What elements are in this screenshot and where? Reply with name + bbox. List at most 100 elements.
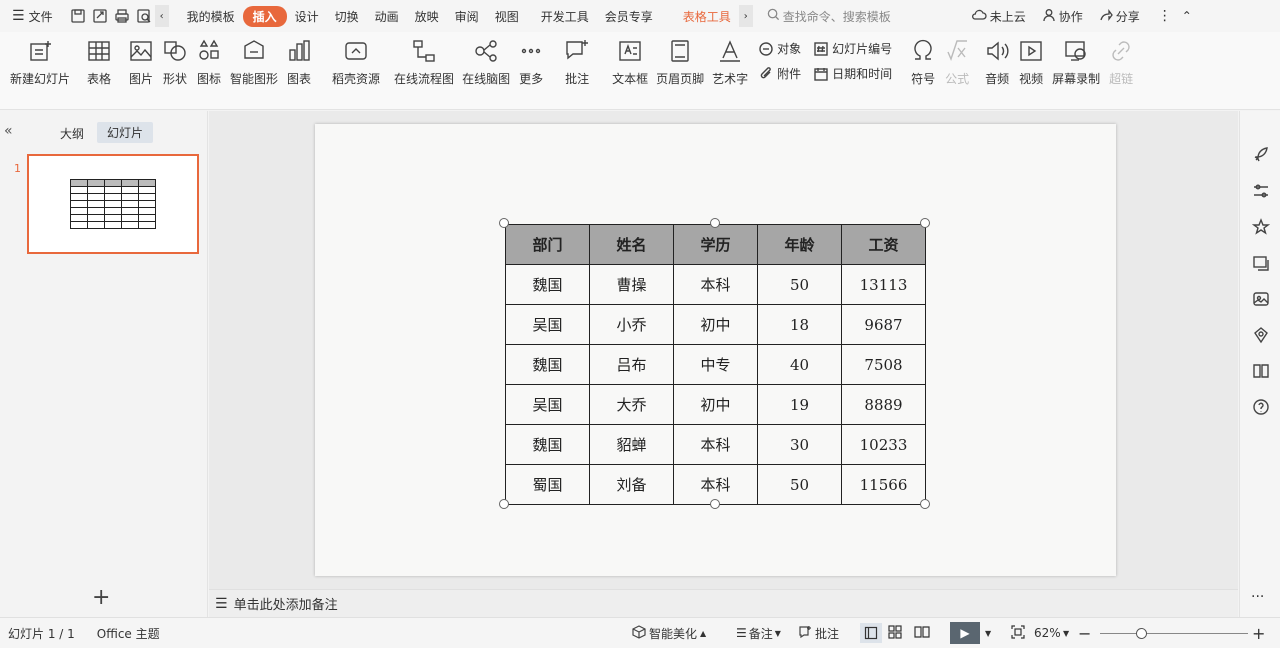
collapse-ribbon-icon[interactable]: ⌃ [1176,5,1198,27]
table-cell[interactable]: 魏国 [505,344,590,385]
audio-button[interactable]: 音频 [980,38,1014,87]
table-cell[interactable]: 吕布 [589,344,674,385]
more-vertical-icon[interactable]: ⋮ [1154,5,1176,27]
export-icon[interactable] [89,5,111,27]
data-table[interactable]: 部门 姓名 学历 年龄 工资 魏国 曹操 本科 50 13113 吴国 小乔 初… [505,224,926,505]
sidebar-book[interactable] [1240,353,1280,389]
zoom-in-icon[interactable]: + [1252,624,1265,643]
more-button[interactable]: 更多 [514,38,548,87]
table-cell[interactable]: 魏国 [505,264,590,305]
resize-handle-bottom[interactable] [710,499,720,509]
table-frame[interactable]: 部门 姓名 学历 年龄 工资 魏国 曹操 本科 50 13113 吴国 小乔 初… [499,218,930,509]
zoom-out-icon[interactable]: − [1078,624,1091,643]
shape-button[interactable]: 形状 [158,38,192,87]
tab-slides[interactable]: 幻灯片 [97,122,154,143]
collab-button[interactable]: 协作 [1034,8,1091,25]
resize-handle-bottom-left[interactable] [499,499,509,509]
collapse-panel-icon[interactable]: « [4,123,13,139]
smart-art-button[interactable]: 智能图形 [226,38,282,87]
table-cell[interactable]: 小乔 [589,304,674,345]
tab-animation[interactable]: 动画 [367,8,407,25]
table-cell[interactable]: 18 [757,304,842,345]
search-box[interactable]: 查找命令、搜索模板 [767,8,947,25]
add-slide-icon[interactable]: + [92,585,110,610]
table-cell[interactable]: 9687 [841,304,926,345]
table-cell[interactable]: 初中 [673,304,758,345]
formula-button[interactable]: 公式 [940,38,974,87]
table-cell[interactable]: 魏国 [505,424,590,465]
tab-my-templates[interactable]: 我的模板 [179,8,243,25]
table-cell[interactable]: 初中 [673,384,758,425]
sidebar-rocket[interactable] [1240,137,1280,173]
tab-slideshow[interactable]: 放映 [407,8,447,25]
smart-beautify-button[interactable]: 智能美化 ▲ [632,624,706,642]
file-menu[interactable]: ☰ 文件 [0,8,61,25]
cloud-status[interactable]: 未上云 [963,8,1034,25]
header-cell[interactable]: 工资 [841,224,926,265]
zoom-dropdown-icon[interactable]: ▼ [1063,629,1069,638]
table-button[interactable]: 表格 [82,38,116,87]
play-dropdown-icon[interactable]: ▼ [985,629,991,638]
grid-view-icon[interactable] [888,624,902,642]
reading-view-icon[interactable] [914,625,930,642]
table-cell[interactable]: 50 [757,464,842,505]
resize-handle-top-left[interactable] [499,218,509,228]
docer-resource-button[interactable]: 稻壳资源 [328,38,384,87]
zoom-slider[interactable] [1100,633,1248,634]
hyperlink-button[interactable]: 超链 [1104,38,1138,87]
header-footer-button[interactable]: 页眉页脚 [652,38,708,87]
tab-table-tools[interactable]: 表格工具 [675,8,739,25]
video-button[interactable]: 视频 [1014,38,1048,87]
icon-button[interactable]: 图标 [192,38,226,87]
fit-window-icon[interactable] [1011,624,1025,642]
object-button[interactable]: 对象 [758,40,801,57]
scroll-right-icon[interactable]: › [738,5,753,27]
table-cell[interactable]: 大乔 [589,384,674,425]
datetime-button[interactable]: 日期和时间 [813,65,892,82]
sidebar-star[interactable] [1240,209,1280,245]
print-icon[interactable] [111,5,133,27]
theme-name[interactable]: Office 主题 [97,625,160,642]
tab-outline[interactable]: 大纲 [60,125,84,142]
symbol-button[interactable]: 符号 [906,38,940,87]
preview-icon[interactable] [133,5,155,27]
scroll-left-icon[interactable]: ‹ [154,5,169,27]
table-cell[interactable]: 吴国 [505,304,590,345]
slide[interactable]: 部门 姓名 学历 年龄 工资 魏国 曹操 本科 50 13113 吴国 小乔 初… [315,124,1116,576]
tab-member[interactable]: 会员专享 [597,8,661,25]
table-cell[interactable]: 19 [757,384,842,425]
table-cell[interactable]: 中专 [673,344,758,385]
tab-transition[interactable]: 切换 [327,8,367,25]
tab-design[interactable]: 设计 [287,8,327,25]
sidebar-transition[interactable] [1240,245,1280,281]
picture-button[interactable]: 图片 [124,38,158,87]
tab-review[interactable]: 审阅 [447,8,487,25]
sidebar-help[interactable] [1240,389,1280,425]
resize-handle-top-right[interactable] [920,218,930,228]
table-cell[interactable]: 40 [757,344,842,385]
table-cell[interactable]: 50 [757,264,842,305]
header-cell[interactable]: 学历 [673,224,758,265]
table-cell[interactable]: 貂蝉 [589,424,674,465]
wordart-button[interactable]: 艺术字 [708,38,752,87]
comment-button[interactable]: 批注 [560,38,594,87]
notes-toggle-button[interactable]: ☰ 备注 ▼ [736,625,781,642]
table-cell[interactable]: 本科 [673,264,758,305]
resize-handle-top[interactable] [710,218,720,228]
tab-view[interactable]: 视图 [487,8,527,25]
notes-area[interactable]: ☰ 单击此处添加备注 [209,589,1238,617]
tab-developer[interactable]: 开发工具 [533,8,597,25]
chart-button[interactable]: 图表 [282,38,316,87]
tab-insert[interactable]: 插入 [242,5,287,27]
table-cell[interactable]: 曹操 [589,264,674,305]
sidebar-picture[interactable] [1240,281,1280,317]
table-cell[interactable]: 本科 [673,424,758,465]
sidebar-location[interactable] [1240,317,1280,353]
table-cell[interactable]: 吴国 [505,384,590,425]
slide-number-button[interactable]: 幻灯片编号 [813,40,892,57]
resize-handle-bottom-right[interactable] [920,499,930,509]
mindmap-button[interactable]: 在线脑图 [458,38,514,87]
normal-view-icon[interactable] [860,623,882,643]
screen-record-button[interactable]: 屏幕录制 [1048,38,1104,87]
textbox-button[interactable]: 文本框 [608,38,652,87]
